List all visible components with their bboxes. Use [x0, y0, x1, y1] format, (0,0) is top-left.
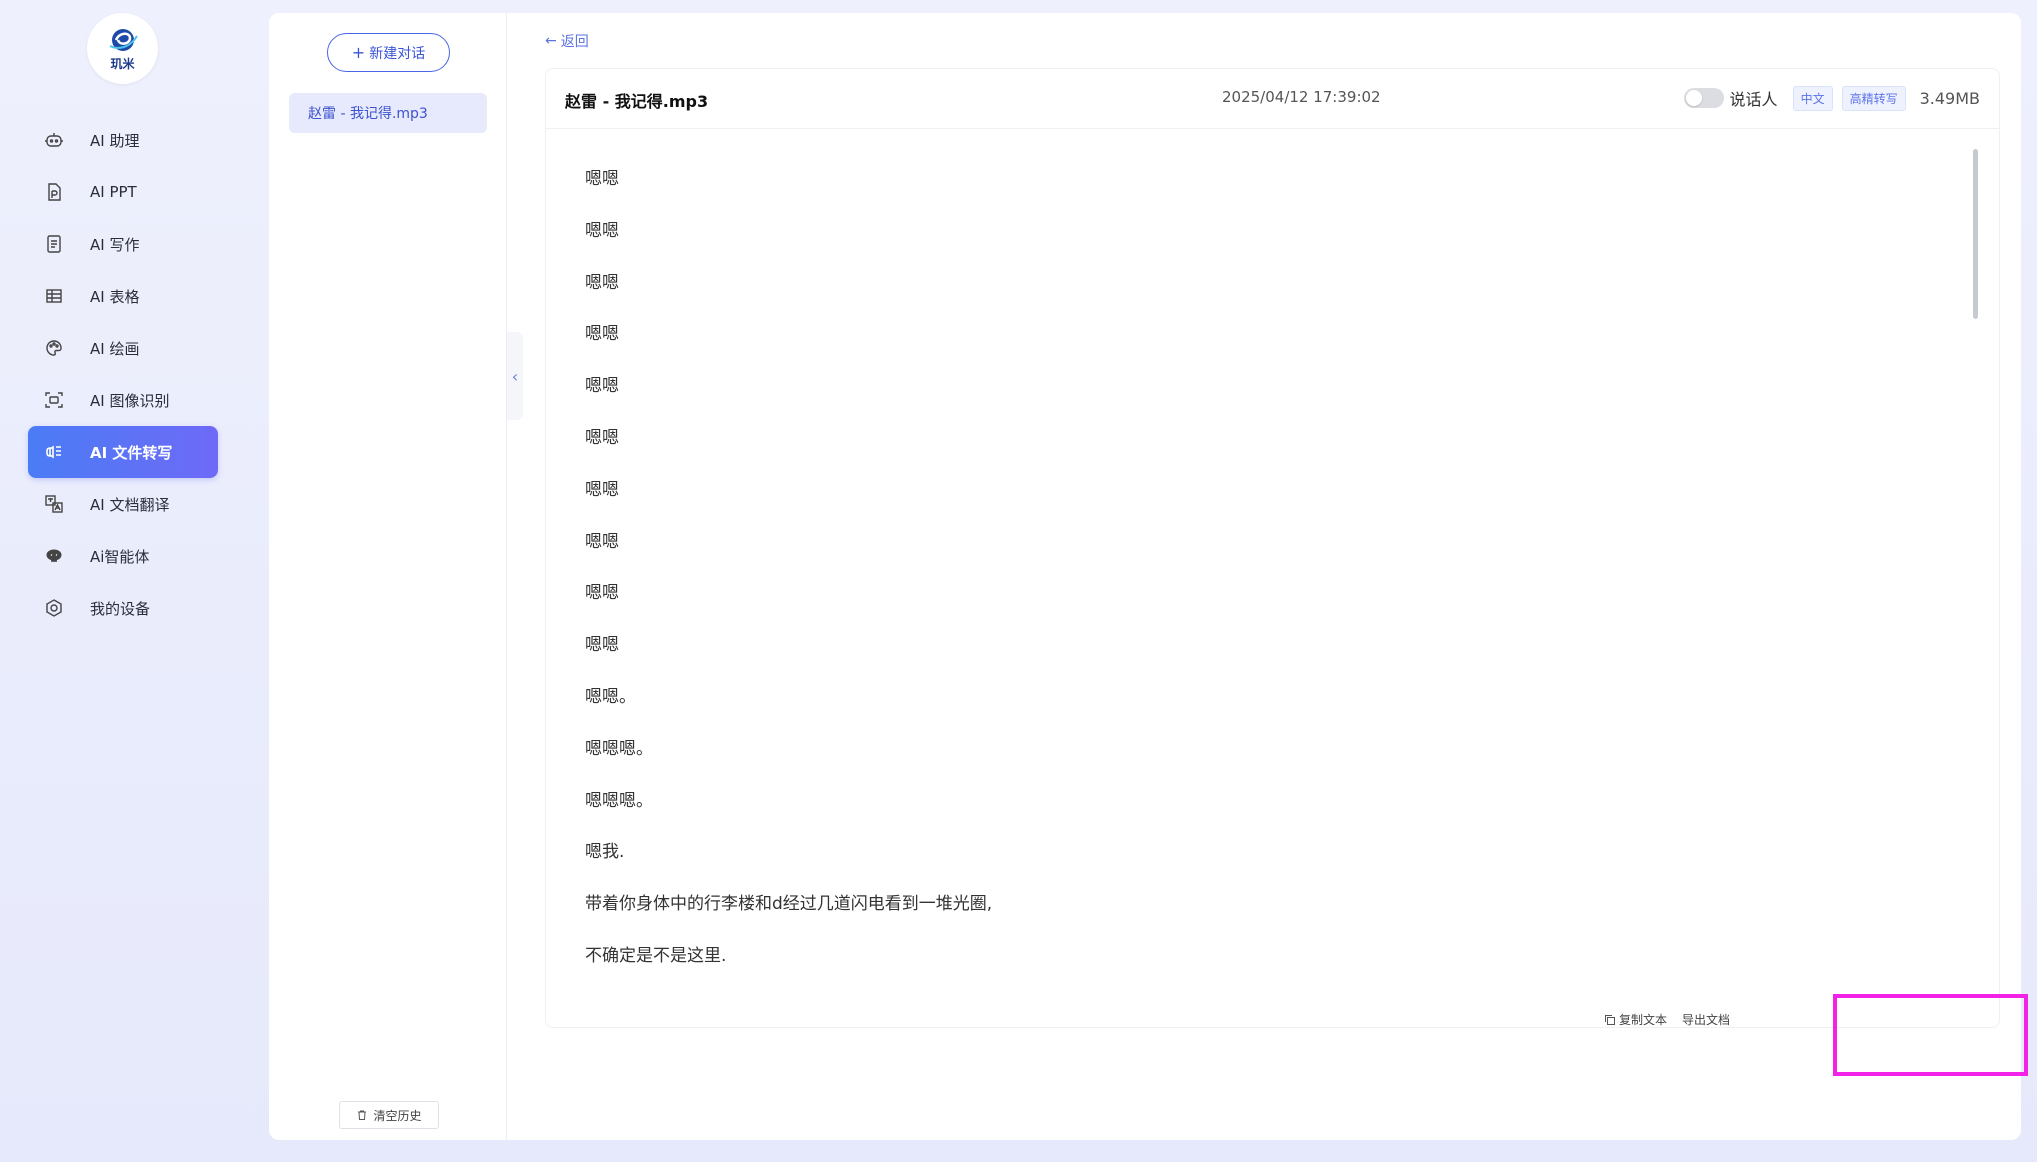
- nav-item-ai-ppt[interactable]: AI PPT: [28, 166, 218, 218]
- content-panel: + 新建对话 赵雷 - 我记得.mp3 清空历史 ‹ ← 返回 赵雷 - 我记得…: [269, 13, 2021, 1140]
- export-doc-label: 导出文档: [1682, 1013, 1731, 1027]
- nav-item-label: AI 助理: [90, 131, 140, 150]
- chevron-left-icon: ‹: [511, 366, 519, 386]
- transcript-line: 嗯嗯: [585, 531, 619, 552]
- scrollbar-thumb[interactable]: [1973, 149, 1978, 319]
- export-doc-button[interactable]: 导出文档: [1682, 1011, 1730, 1028]
- nav-item-label: 我的设备: [90, 599, 151, 618]
- nav-list: AI 助理 AI PPT AI 写作 AI 表格 AI 绘画 AI 图像识别 A…: [28, 114, 218, 634]
- transcript-line: 嗯嗯: [585, 583, 619, 604]
- file-date: 2025/04/12 17:39:02: [1222, 88, 1381, 106]
- transcript-line: 嗯嗯: [585, 427, 619, 448]
- scan-image-icon: [44, 390, 64, 410]
- back-link[interactable]: ← 返回: [545, 31, 589, 51]
- transcript-line: 嗯嗯。: [585, 686, 636, 707]
- nav-item-ai-painting[interactable]: AI 绘画: [28, 322, 218, 374]
- transcript-actions: 复制文本 导出文档: [1604, 1011, 1745, 1028]
- transcript-line: 嗯我.: [585, 842, 625, 863]
- copy-text-label: 复制文本: [1619, 1013, 1668, 1027]
- logo-text: 玑米: [110, 56, 135, 71]
- transcript-line: 嗯嗯: [585, 324, 619, 345]
- plus-icon: +: [351, 43, 366, 62]
- nav-item-ai-doc-translation[interactable]: AI 文档翻译: [28, 478, 218, 530]
- nav-item-ai-image-recognition[interactable]: AI 图像识别: [28, 374, 218, 426]
- nav-item-label: AI 文档翻译: [90, 495, 170, 514]
- copy-text-button[interactable]: 复制文本: [1604, 1011, 1667, 1028]
- logo-mark-icon: [109, 28, 138, 51]
- transcript-line: 嗯嗯: [585, 220, 619, 241]
- clear-history-button[interactable]: 清空历史: [339, 1101, 439, 1129]
- transcript-line: 带着你身体中的行李楼和d经过几道闪电看到一堆光圈,: [585, 894, 993, 915]
- transcript-line: 嗯嗯: [585, 169, 619, 189]
- transcript-body[interactable]: 嗯嗯 嗯嗯 嗯嗯 嗯嗯 嗯嗯 嗯嗯 嗯嗯 嗯嗯 嗯嗯 嗯嗯 嗯嗯。 嗯嗯嗯。 嗯…: [546, 129, 1998, 1027]
- transcript-line: 不确定是不是这里.: [585, 945, 727, 966]
- speaker-label: 说话人: [1729, 90, 1778, 109]
- transcript-header: 赵雷 - 我记得.mp3 2025/04/12 17:39:02 说话人 中文 …: [546, 69, 1999, 129]
- main-nav: 玑米 AI 助理 AI PPT AI 写作 AI 表格 AI 绘画 AI 图像识…: [0, 0, 250, 1162]
- device-icon: [44, 598, 64, 618]
- nav-item-ai-agent[interactable]: Ai智能体: [28, 530, 218, 582]
- transcript-line: 嗯嗯: [585, 376, 619, 397]
- clear-history-label: 清空历史: [373, 1108, 422, 1123]
- copy-icon: [1605, 1014, 1615, 1025]
- table-icon: [44, 286, 64, 306]
- nav-item-ai-table[interactable]: AI 表格: [28, 270, 218, 322]
- document-icon: [44, 234, 64, 254]
- app-logo[interactable]: 玑米: [87, 13, 158, 84]
- nav-item-label: Ai智能体: [90, 547, 150, 566]
- nav-item-label: AI 表格: [90, 287, 140, 306]
- file-meta: 说话人 中文 高精转写 3.49MB: [1683, 84, 1980, 112]
- back-label: 返回: [560, 34, 589, 50]
- nav-item-label: AI PPT: [90, 183, 137, 201]
- nav-item-ai-writing[interactable]: AI 写作: [28, 218, 218, 270]
- nav-item-label: AI 文件转写: [90, 443, 173, 462]
- file-size: 3.49MB: [1919, 88, 1980, 108]
- transcript-line: 嗯嗯嗯。: [585, 790, 653, 811]
- new-chat-button[interactable]: + 新建对话: [327, 33, 450, 72]
- nav-item-label: AI 绘画: [90, 339, 140, 358]
- history-sidebar: + 新建对话 赵雷 - 我记得.mp3 清空历史: [269, 13, 507, 1140]
- nav-item-label: AI 图像识别: [90, 391, 170, 410]
- nav-item-ai-file-transcription[interactable]: AI 文件转写: [28, 426, 218, 478]
- nav-item-ai-assistant[interactable]: AI 助理: [28, 114, 218, 166]
- transcript-lines: 嗯嗯 嗯嗯 嗯嗯 嗯嗯 嗯嗯 嗯嗯 嗯嗯 嗯嗯 嗯嗯 嗯嗯 嗯嗯。 嗯嗯嗯。 嗯…: [585, 167, 992, 996]
- new-chat-label: 新建对话: [369, 45, 426, 62]
- transcript-line: 嗯嗯: [585, 479, 619, 500]
- nav-item-my-devices[interactable]: 我的设备: [28, 582, 218, 634]
- transcribe-icon: [44, 442, 64, 462]
- app-window: 玑米 AI 助理 AI PPT AI 写作 AI 表格 AI 绘画 AI 图像识…: [0, 0, 2037, 1162]
- transcript-line: 嗯嗯: [585, 635, 619, 656]
- translate-icon: [44, 494, 64, 514]
- mode-tag: 高精转写: [1841, 85, 1906, 111]
- toggle-knob: [1685, 90, 1702, 106]
- transcript-card: 赵雷 - 我记得.mp3 2025/04/12 17:39:02 说话人 中文 …: [545, 68, 2000, 1028]
- trash-icon: [358, 1110, 367, 1120]
- language-tag: 中文: [1792, 85, 1833, 111]
- robot-icon: [44, 130, 64, 150]
- transcript-line: 嗯嗯嗯。: [585, 738, 653, 759]
- speaker-toggle[interactable]: [1683, 88, 1724, 108]
- ppt-file-icon: [44, 182, 64, 202]
- history-item[interactable]: 赵雷 - 我记得.mp3: [289, 93, 487, 133]
- collapse-sidebar-button[interactable]: ‹: [507, 332, 523, 420]
- file-name: 赵雷 - 我记得.mp3: [565, 92, 709, 111]
- palette-icon: [44, 338, 64, 358]
- nav-item-label: AI 写作: [90, 235, 140, 254]
- transcript-line: 嗯嗯: [585, 272, 619, 293]
- agent-icon: [44, 546, 64, 566]
- arrow-left-icon: ←: [545, 33, 557, 49]
